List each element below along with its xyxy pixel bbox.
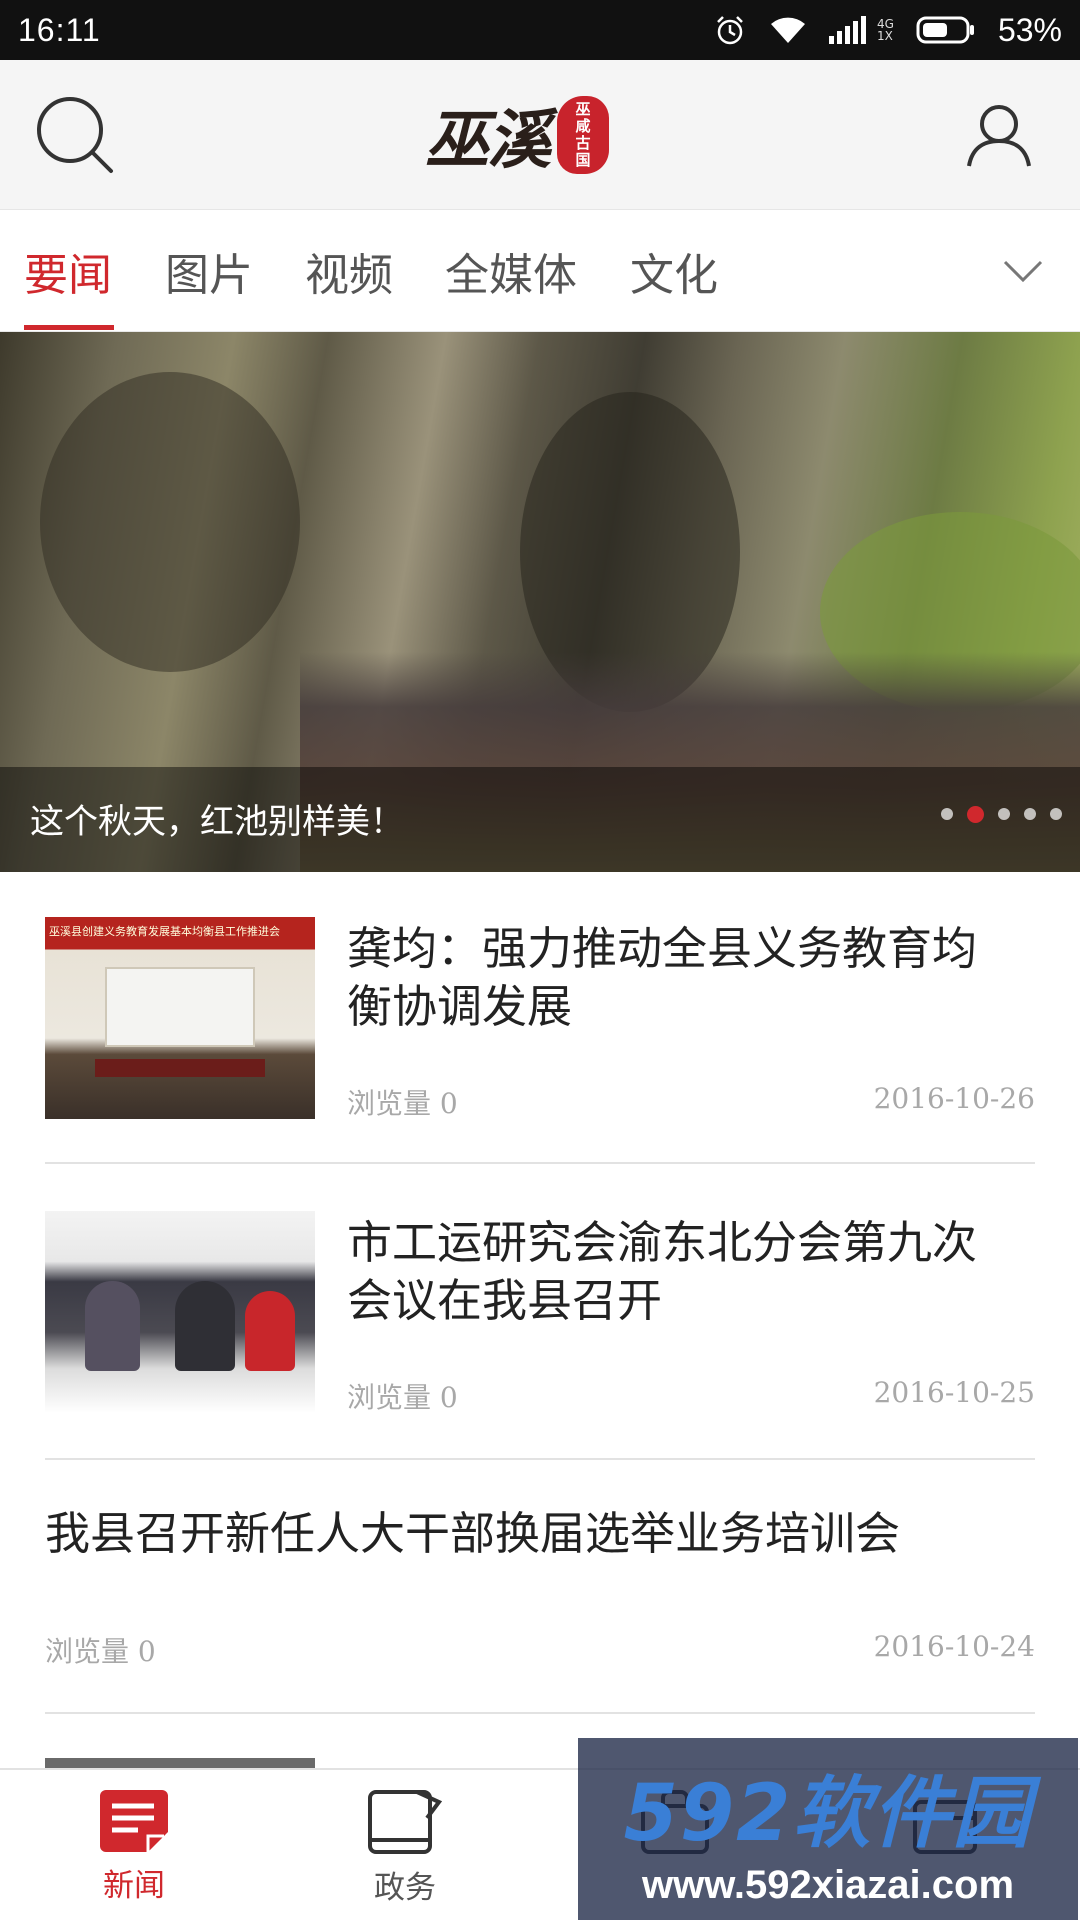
banner-dot-active[interactable] xyxy=(967,806,984,823)
news-views: 浏览量 0 xyxy=(347,1381,458,1414)
tab-all-media[interactable]: 全媒体 xyxy=(445,210,577,332)
news-views: 浏览量 0 xyxy=(45,1635,156,1668)
search-button[interactable] xyxy=(30,90,120,180)
active-tab-indicator xyxy=(24,325,114,330)
search-icon xyxy=(37,97,113,173)
news-date: 2016-10-26 xyxy=(873,1082,1035,1115)
news-title-line: 市工运研究会渝东北分会第九次 xyxy=(347,1216,978,1269)
seal-char: 古 xyxy=(575,134,591,152)
banner-caption: 这个秋天，红池别样美！ xyxy=(30,802,404,842)
banner-dot[interactable] xyxy=(941,808,953,820)
news-date: 2016-10-24 xyxy=(873,1630,1035,1663)
status-icons: 4G 1X 53% xyxy=(713,12,1062,49)
banner-pagination xyxy=(941,806,1062,823)
watermark-url: www.592xiazai.com xyxy=(641,1862,1015,1907)
news-thumbnail: 巫溪县创建义务教育发展基本均衡县工作推进会 xyxy=(45,917,315,1119)
category-tabs: 要闻 图片 视频 全媒体 文化 xyxy=(0,210,1080,332)
news-list-item[interactable]: 我县召开新任人大干部换届选举业务培训会 浏览量 0 2016-10-24 xyxy=(45,1460,1035,1714)
chevron-down-icon xyxy=(1003,260,1043,283)
alarm-icon xyxy=(713,13,747,47)
expand-tabs-button[interactable] xyxy=(996,244,1050,298)
app-logo: 巫溪 巫 咸 古 国 xyxy=(425,90,609,180)
thumbnail-person xyxy=(175,1281,235,1371)
battery-icon xyxy=(916,15,976,45)
news-title: 龚均：强力推动全县义务教育均 衡协调发展 xyxy=(347,920,1037,1036)
status-time: 16:11 xyxy=(18,11,101,48)
thumbnail-person xyxy=(85,1281,140,1371)
user-icon xyxy=(967,105,1031,167)
seal-char: 巫 xyxy=(575,100,591,118)
seal-char: 咸 xyxy=(575,117,591,135)
banner-dot[interactable] xyxy=(998,808,1010,820)
tab-videos[interactable]: 视频 xyxy=(305,210,393,332)
thumbnail-screen xyxy=(105,967,255,1047)
logo-seal: 巫 咸 古 国 xyxy=(557,96,609,174)
thumbnail-banner-text: 巫溪县创建义务教育发展基本均衡县工作推进会 xyxy=(49,925,280,938)
seal-char: 国 xyxy=(575,151,591,169)
nav-government[interactable]: 政务 xyxy=(305,1788,505,1918)
app-header: 巫溪 巫 咸 古 国 xyxy=(0,60,1080,210)
profile-button[interactable] xyxy=(954,90,1044,180)
watermark-overlay: 592软件园 www.592xiazai.com xyxy=(578,1738,1078,1920)
news-views: 浏览量 0 xyxy=(347,1087,458,1120)
thumbnail-person xyxy=(245,1291,295,1371)
banner-dot[interactable] xyxy=(1024,808,1036,820)
news-icon xyxy=(100,1790,168,1852)
government-icon xyxy=(368,1790,443,1854)
network-type: 4G 1X xyxy=(877,18,894,42)
news-title-line: 会议在我县召开 xyxy=(347,1274,663,1327)
status-bar: 16:11 4G 1X 53% xyxy=(0,0,1080,60)
thumbnail-podium xyxy=(95,1059,265,1077)
news-title: 市工运研究会渝东北分会第九次 会议在我县召开 xyxy=(347,1214,1037,1330)
news-title-line: 衡协调发展 xyxy=(347,980,573,1033)
tab-headlines[interactable]: 要闻 xyxy=(24,210,112,332)
banner-dot[interactable] xyxy=(1050,808,1062,820)
featured-banner[interactable]: 这个秋天，红池别样美！ xyxy=(0,332,1080,872)
tab-pictures[interactable]: 图片 xyxy=(165,210,253,332)
news-date: 2016-10-25 xyxy=(873,1376,1035,1409)
nav-label: 政务 xyxy=(374,1870,436,1906)
watermark-title: 592软件园 xyxy=(623,1768,1033,1859)
news-list-item[interactable]: 巫溪县创建义务教育发展基本均衡县工作推进会 龚均：强力推动全县义务教育均 衡协调… xyxy=(45,872,1035,1164)
nav-news[interactable]: 新闻 xyxy=(34,1788,234,1918)
nav-label: 新闻 xyxy=(103,1868,165,1904)
logo-text: 巫溪 xyxy=(425,103,551,178)
signal-icon xyxy=(829,16,869,44)
network-type-secondary: 1X xyxy=(877,29,893,43)
news-thumbnail-partial xyxy=(45,1758,315,1768)
news-thumbnail xyxy=(45,1211,315,1413)
battery-percent: 53% xyxy=(997,11,1062,48)
news-list-item[interactable]: 市工运研究会渝东北分会第九次 会议在我县召开 浏览量 0 2016-10-25 xyxy=(45,1164,1035,1460)
news-title: 我县召开新任人大干部换届选举业务培训会 xyxy=(45,1507,901,1560)
banner-rock-shadow xyxy=(40,372,300,672)
tab-culture[interactable]: 文化 xyxy=(630,210,718,332)
wifi-icon xyxy=(769,15,807,45)
news-title-line: 龚均：强力推动全县义务教育均 xyxy=(347,922,978,975)
